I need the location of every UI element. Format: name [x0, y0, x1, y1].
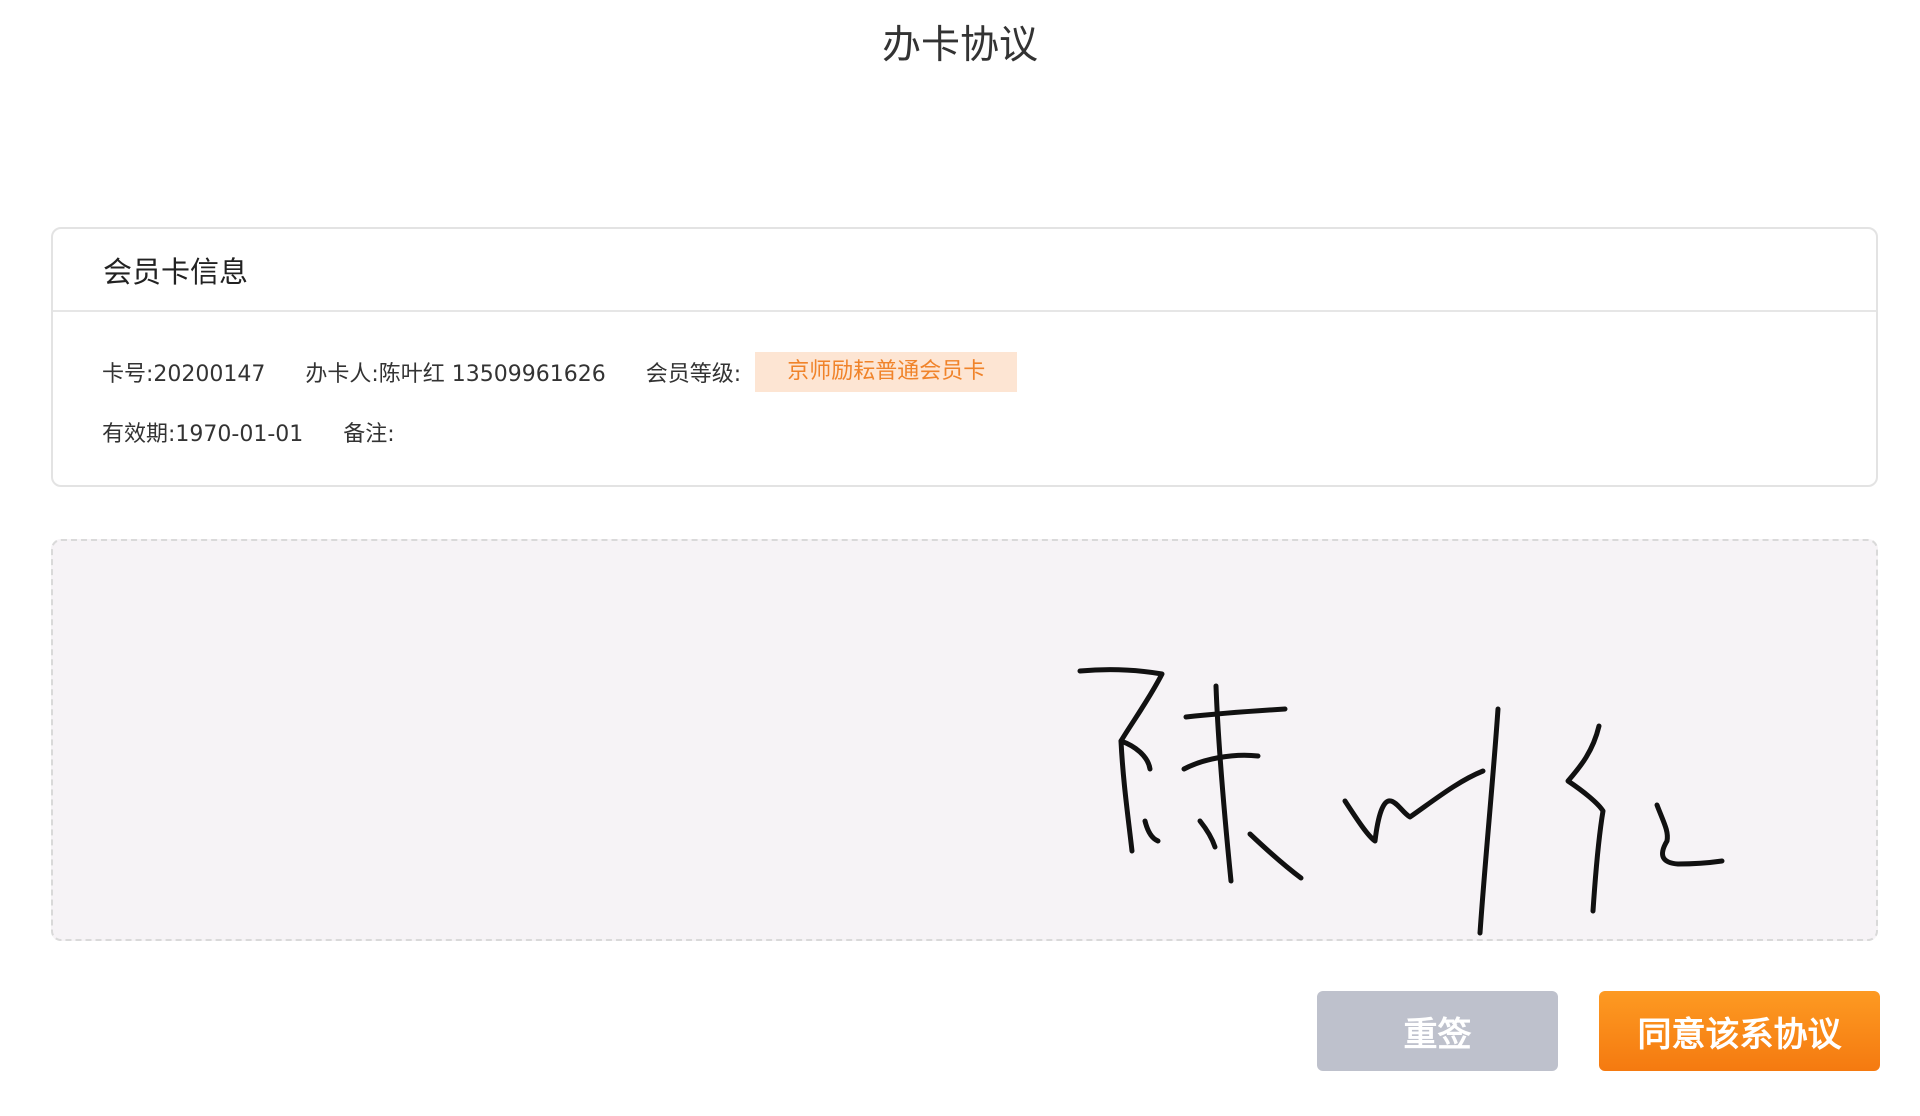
card-header: 会员卡信息	[53, 229, 1876, 312]
remark: 备注:	[343, 422, 395, 447]
info-row-secondary: 有效期:1970-01-01 备注:	[102, 412, 395, 452]
handwritten-signature	[1077, 667, 1725, 936]
validity-date: 有效期:1970-01-01	[102, 422, 304, 447]
info-row-primary: 卡号:20200147 办卡人:陈叶红 13509961626 会员等级: 京师…	[102, 352, 1018, 392]
signature-pad[interactable]	[51, 539, 1878, 941]
card-holder: 办卡人:陈叶红 13509961626	[305, 362, 606, 387]
resign-button[interactable]: 重签	[1317, 991, 1558, 1071]
member-level-badge: 京师励耘普通会员卡	[755, 352, 1018, 392]
agreement-page: 办卡协议 会员卡信息 卡号:20200147 办卡人:陈叶红 135099616…	[0, 0, 1920, 1116]
page-title: 办卡协议	[881, 23, 1038, 68]
member-card-info-panel: 会员卡信息 卡号:20200147 办卡人:陈叶红 13509961626 会员…	[51, 227, 1878, 487]
card-title: 会员卡信息	[103, 254, 249, 289]
member-level-label: 会员等级:	[645, 362, 742, 387]
agree-button[interactable]: 同意该系协议	[1599, 991, 1880, 1071]
card-number: 卡号:20200147	[102, 362, 266, 387]
member-level: 会员等级: 京师励耘普通会员卡	[645, 352, 1018, 392]
